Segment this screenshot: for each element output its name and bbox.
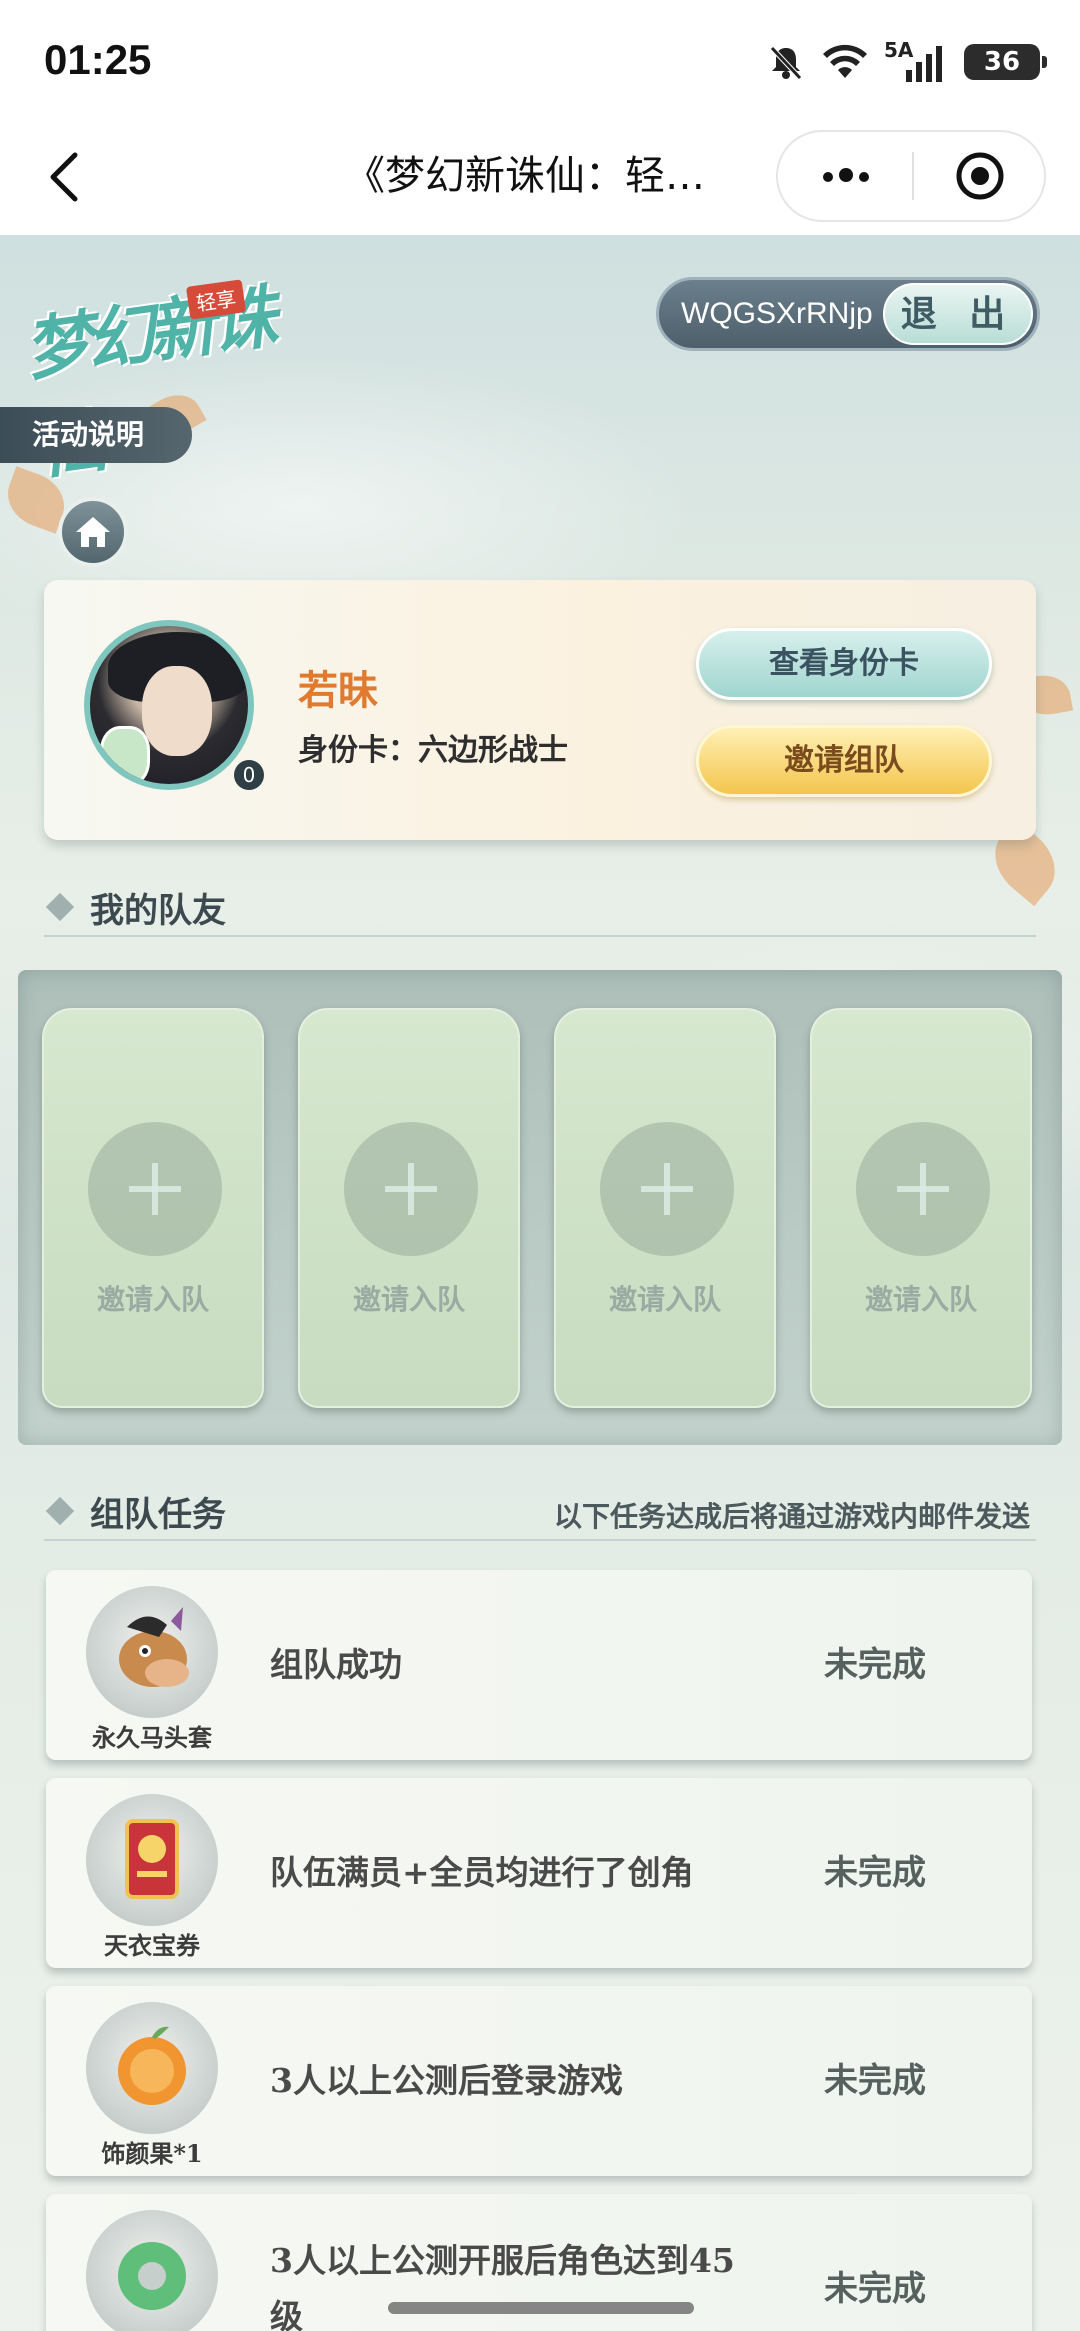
invite-slot[interactable]: 邀请入队 bbox=[298, 1008, 520, 1408]
task-description: 3人以上公测后登录游戏 bbox=[270, 2061, 623, 2100]
horse-head-icon[interactable] bbox=[86, 1586, 218, 1718]
activity-rules-button[interactable]: 活动说明 bbox=[0, 407, 192, 463]
slot-label: 邀请入队 bbox=[96, 1283, 209, 1316]
task-row: 永久马头套 组队成功 未完成 bbox=[46, 1570, 1032, 1760]
invite-slot[interactable]: 邀请入队 bbox=[554, 1008, 776, 1408]
reward-name: 永久马头套 bbox=[92, 1723, 212, 1752]
id-card-label: 身份卡：六边形战士 bbox=[298, 733, 568, 768]
account-id: WQGSXrRNjp bbox=[681, 297, 873, 330]
mini-program-capsule bbox=[776, 130, 1046, 222]
section-title: 组队任务 bbox=[90, 1495, 226, 1535]
more-button[interactable] bbox=[778, 132, 913, 220]
home-icon bbox=[76, 517, 110, 547]
reward-name: 天衣宝券 bbox=[104, 1931, 200, 1960]
task-description: 组队成功 bbox=[270, 1645, 402, 1684]
nav-bar: 《梦幻新诛仙：轻… bbox=[0, 120, 1080, 235]
ticket-icon[interactable] bbox=[86, 1794, 218, 1926]
avatar-pet bbox=[100, 726, 150, 784]
horse-head-graphic bbox=[119, 1607, 189, 1687]
orange-fruit-icon[interactable] bbox=[86, 2002, 218, 2134]
diamond-bullet-icon bbox=[45, 892, 75, 922]
team-slots-panel: 邀请入队 邀请入队 邀请入队 邀请入队 bbox=[18, 970, 1062, 1445]
task-description: 队伍满员+全员均进行了创角 bbox=[270, 1853, 694, 1892]
mute-bell-icon bbox=[770, 46, 802, 80]
tasks-section-header: 组队任务 以下任务达成后将通过游戏内邮件发送 bbox=[44, 1481, 1036, 1541]
signal-icon: 5A bbox=[884, 38, 948, 82]
home-indicator[interactable] bbox=[388, 2302, 694, 2314]
clock: 01:25 bbox=[44, 36, 152, 83]
diamond-bullet-icon bbox=[45, 1496, 75, 1526]
fruit-graphic bbox=[118, 2026, 186, 2105]
back-button[interactable] bbox=[30, 142, 100, 212]
logout-button[interactable]: 退 出 bbox=[883, 283, 1033, 345]
add-member-icon bbox=[600, 1122, 734, 1256]
view-id-card-button[interactable]: 查看身份卡 bbox=[696, 628, 992, 700]
add-member-icon bbox=[344, 1122, 478, 1256]
level-badge: 0 bbox=[234, 760, 264, 790]
task-status: 未完成 bbox=[824, 2269, 926, 2309]
game-logo: 梦幻新诛仙 轻享 bbox=[10, 255, 290, 489]
add-member-icon bbox=[88, 1122, 222, 1256]
network-label: 5A bbox=[884, 38, 914, 62]
status-bar: 01:25 5A 36 bbox=[0, 0, 1080, 120]
event-page: 梦幻新诛仙 轻享 WQGSXrRNjp 退 出 活动说明 0 若昧 身份卡：六边… bbox=[0, 235, 1080, 2331]
page-title: 《梦幻新诛仙：轻… bbox=[345, 153, 705, 199]
mini-program-close-icon bbox=[956, 152, 1004, 200]
task-status: 未完成 bbox=[824, 1645, 926, 1685]
jade-ring-icon[interactable] bbox=[86, 2210, 218, 2331]
task-status: 未完成 bbox=[824, 1853, 926, 1893]
ticket-graphic bbox=[125, 1819, 179, 1899]
player-name: 若昧 bbox=[298, 667, 378, 714]
invite-slot[interactable]: 邀请入队 bbox=[810, 1008, 1032, 1408]
wifi-icon bbox=[823, 44, 867, 78]
teammates-section-header: 我的队友 bbox=[44, 877, 1036, 937]
more-dots-icon bbox=[820, 167, 872, 186]
invite-slot[interactable]: 邀请入队 bbox=[42, 1008, 264, 1408]
add-member-icon bbox=[856, 1122, 990, 1256]
status-icons: 5A 36 bbox=[766, 38, 1047, 84]
invite-team-button[interactable]: 邀请组队 bbox=[696, 725, 992, 797]
battery-icon: 36 bbox=[964, 44, 1047, 80]
slot-label: 邀请入队 bbox=[352, 1283, 465, 1316]
tasks-note: 以下任务达成后将通过游戏内邮件发送 bbox=[553, 1500, 1030, 1533]
home-button[interactable] bbox=[58, 497, 128, 567]
task-row: 饰颜果*1 3人以上公测后登录游戏 未完成 bbox=[46, 1986, 1032, 2176]
account-pill: WQGSXrRNjp 退 出 bbox=[656, 277, 1040, 351]
jade-ring-graphic bbox=[118, 2242, 186, 2310]
task-row: 天衣宝券 队伍满员+全员均进行了创角 未完成 bbox=[46, 1778, 1032, 1968]
back-chevron-icon bbox=[50, 152, 78, 202]
close-mini-program-button[interactable] bbox=[914, 132, 1046, 220]
section-title: 我的队友 bbox=[90, 891, 226, 931]
task-status: 未完成 bbox=[824, 2061, 926, 2101]
slot-label: 邀请入队 bbox=[864, 1283, 977, 1316]
reward-name: 饰颜果*1 bbox=[101, 2139, 203, 2168]
slot-label: 邀请入队 bbox=[608, 1283, 721, 1316]
avatar-face bbox=[142, 666, 212, 756]
profile-card: 0 若昧 身份卡：六边形战士 查看身份卡 邀请组队 bbox=[44, 580, 1036, 840]
avatar[interactable] bbox=[84, 620, 254, 790]
